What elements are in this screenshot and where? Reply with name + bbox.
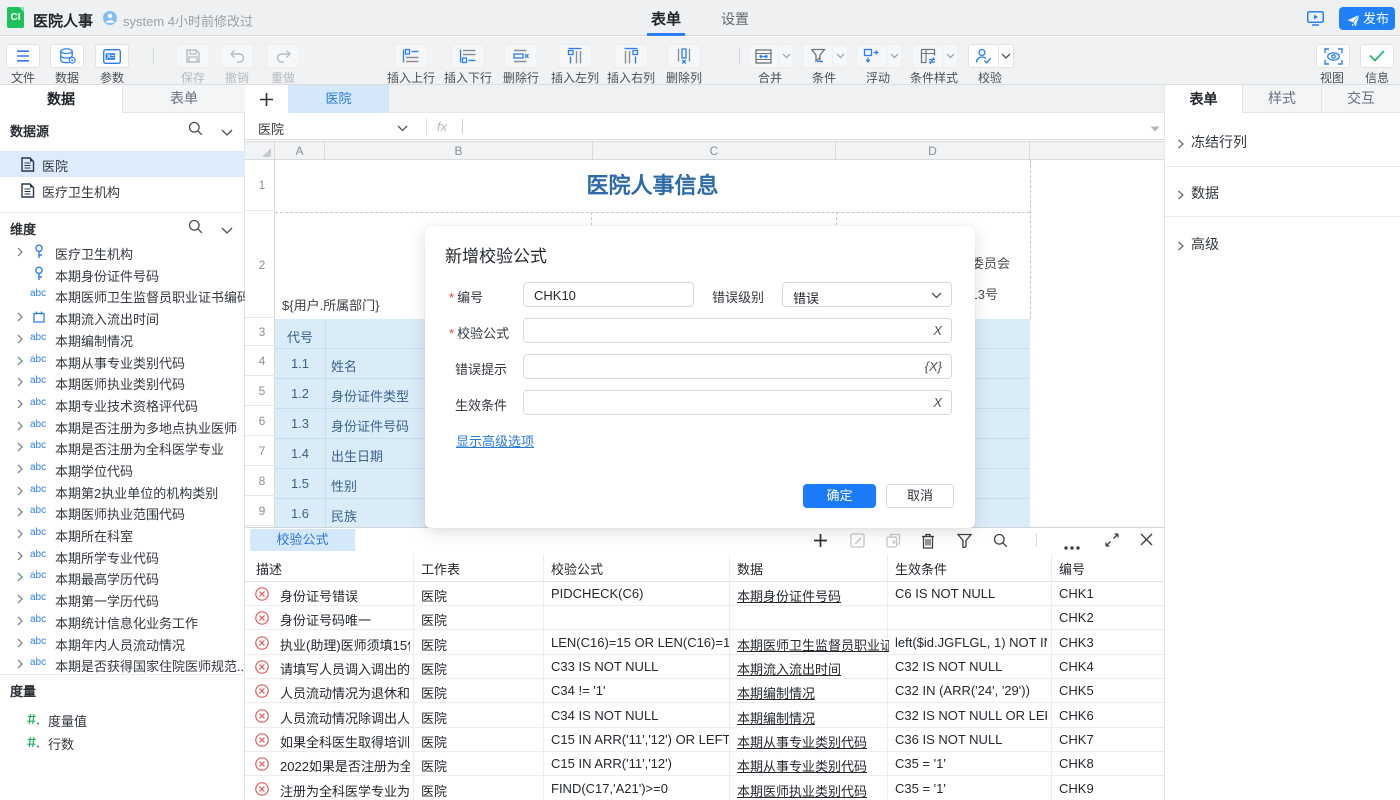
svg-text:X=: X=	[107, 53, 115, 60]
